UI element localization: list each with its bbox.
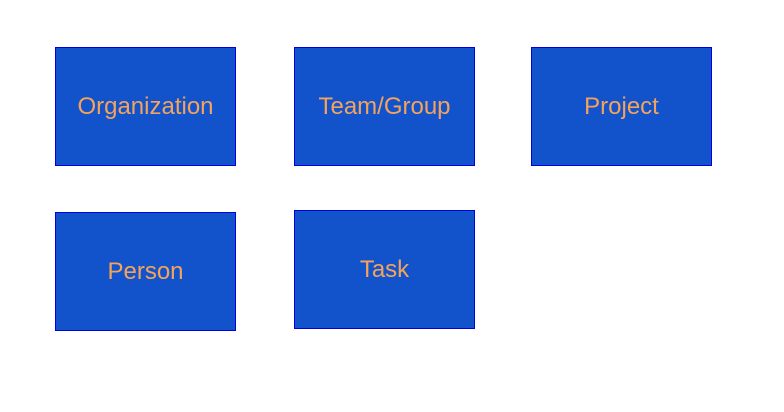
- entity-box-team-group[interactable]: Team/Group: [294, 47, 475, 166]
- entity-label-organization: Organization: [77, 92, 214, 120]
- diagram-canvas: Organization Team/Group Project Person T…: [0, 0, 784, 412]
- entity-label-person: Person: [107, 257, 184, 285]
- entity-box-organization[interactable]: Organization: [55, 47, 236, 166]
- entity-box-person[interactable]: Person: [55, 212, 236, 331]
- entity-box-task[interactable]: Task: [294, 210, 475, 329]
- entity-label-project: Project: [584, 92, 659, 120]
- entity-label-team-group: Team/Group: [318, 92, 451, 120]
- entity-label-task: Task: [359, 255, 410, 283]
- entity-box-project[interactable]: Project: [531, 47, 712, 166]
